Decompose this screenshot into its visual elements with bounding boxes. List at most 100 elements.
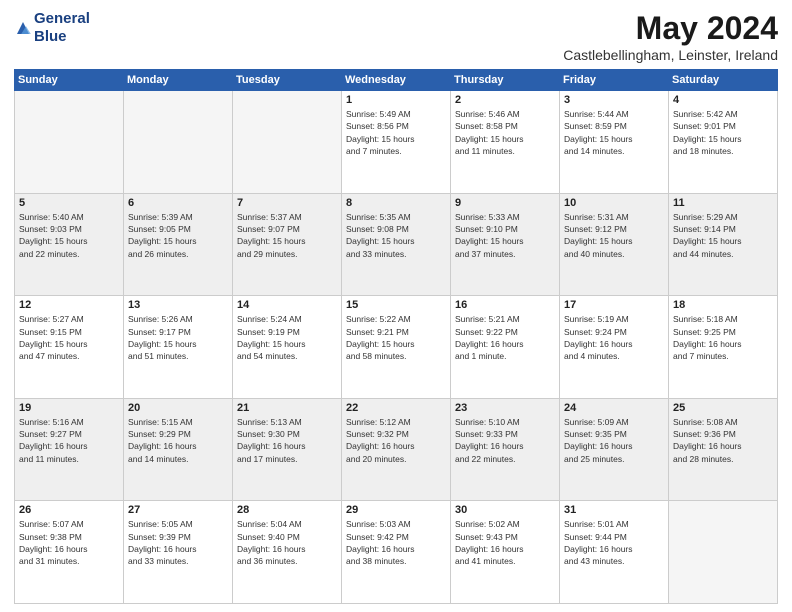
day-cell: 26Sunrise: 5:07 AM Sunset: 9:38 PM Dayli… <box>15 501 124 604</box>
day-info: Sunrise: 5:22 AM Sunset: 9:21 PM Dayligh… <box>346 313 446 362</box>
day-cell: 27 Sunrise: 5:05 AM Sunset: 9:39 PM Dayli… <box>124 501 233 604</box>
day-number: 2 <box>455 94 555 106</box>
day-cell: 20 Sunrise: 5:15 AM Sunset: 9:29 PM Dayli… <box>124 398 233 501</box>
day-number: 15 <box>346 299 446 311</box>
day-number: 10 <box>564 197 664 209</box>
day-cell: 7 Sunrise: 5:37 AM Sunset: 9:07 PM Daylig… <box>233 193 342 296</box>
day-number: 19 <box>19 402 119 414</box>
col-header-friday: Friday <box>560 70 669 91</box>
col-header-wednesday: Wednesday <box>342 70 451 91</box>
day-number: 7 <box>237 197 337 209</box>
day-cell: 23Sunrise: 5:10 AM Sunset: 9:33 PM Dayli… <box>451 398 560 501</box>
day-cell: 22Sunrise: 5:12 AM Sunset: 9:32 PM Dayli… <box>342 398 451 501</box>
day-number: 24 <box>564 402 664 414</box>
day-cell: 11Sunrise: 5:29 AM Sunset: 9:14 PM Dayli… <box>669 193 778 296</box>
day-cell: 15 Sunrise: 5:22 AM Sunset: 9:21 PM Dayli… <box>342 296 451 399</box>
day-number: 6 <box>128 197 228 209</box>
day-cell: 1Sunrise: 5:49 AM Sunset: 8:56 PM Daylig… <box>342 91 451 194</box>
day-number: 8 <box>346 197 446 209</box>
day-info: Sunrise: 5:01 AM Sunset: 9:44 PM Dayligh… <box>564 518 664 567</box>
day-cell: 19Sunrise: 5:16 AM Sunset: 9:27 PM Dayli… <box>15 398 124 501</box>
day-cell: 5 Sunrise: 5:40 AM Sunset: 9:03 PM Daylig… <box>15 193 124 296</box>
day-info: Sunrise: 5:27 AM Sunset: 9:15 PM Dayligh… <box>19 313 119 362</box>
day-info: Sunrise: 5:33 AM Sunset: 9:10 PM Dayligh… <box>455 211 555 260</box>
day-cell: 4Sunrise: 5:42 AM Sunset: 9:01 PM Daylig… <box>669 91 778 194</box>
day-cell: 31 Sunrise: 5:01 AM Sunset: 9:44 PM Dayli… <box>560 501 669 604</box>
day-cell: 10 Sunrise: 5:31 AM Sunset: 9:12 PM Dayli… <box>560 193 669 296</box>
day-number: 18 <box>673 299 773 311</box>
day-cell: 3 Sunrise: 5:44 AM Sunset: 8:59 PM Daylig… <box>560 91 669 194</box>
day-info: Sunrise: 5:03 AM Sunset: 9:42 PM Dayligh… <box>346 518 446 567</box>
day-info: Sunrise: 5:35 AM Sunset: 9:08 PM Dayligh… <box>346 211 446 260</box>
day-cell <box>669 501 778 604</box>
day-number: 20 <box>128 402 228 414</box>
day-number: 28 <box>237 504 337 516</box>
day-number: 27 <box>128 504 228 516</box>
location-subtitle: Castlebellingham, Leinster, Ireland <box>563 47 778 63</box>
day-info: Sunrise: 5:09 AM Sunset: 9:35 PM Dayligh… <box>564 416 664 465</box>
day-info: Sunrise: 5:05 AM Sunset: 9:39 PM Dayligh… <box>128 518 228 567</box>
day-cell: 16 Sunrise: 5:21 AM Sunset: 9:22 PM Dayli… <box>451 296 560 399</box>
logo: General Blue <box>14 10 90 46</box>
day-cell: 24 Sunrise: 5:09 AM Sunset: 9:35 PM Dayli… <box>560 398 669 501</box>
month-title: May 2024 <box>563 10 778 47</box>
day-number: 5 <box>19 197 119 209</box>
day-info: Sunrise: 5:40 AM Sunset: 9:03 PM Dayligh… <box>19 211 119 260</box>
day-number: 31 <box>564 504 664 516</box>
col-header-thursday: Thursday <box>451 70 560 91</box>
header-row: SundayMondayTuesdayWednesdayThursdayFrid… <box>15 70 778 91</box>
week-row-5: 26Sunrise: 5:07 AM Sunset: 9:38 PM Dayli… <box>15 501 778 604</box>
week-row-4: 19Sunrise: 5:16 AM Sunset: 9:27 PM Dayli… <box>15 398 778 501</box>
day-cell: 25Sunrise: 5:08 AM Sunset: 9:36 PM Dayli… <box>669 398 778 501</box>
header: General Blue May 2024 Castlebellingham, … <box>14 10 778 63</box>
day-info: Sunrise: 5:37 AM Sunset: 9:07 PM Dayligh… <box>237 211 337 260</box>
day-cell: 2 Sunrise: 5:46 AM Sunset: 8:58 PM Daylig… <box>451 91 560 194</box>
logo-line1: General <box>34 10 90 28</box>
day-info: Sunrise: 5:07 AM Sunset: 9:38 PM Dayligh… <box>19 518 119 567</box>
day-cell: 12 Sunrise: 5:27 AM Sunset: 9:15 PM Dayli… <box>15 296 124 399</box>
day-number: 29 <box>346 504 446 516</box>
col-header-sunday: Sunday <box>15 70 124 91</box>
day-info: Sunrise: 5:24 AM Sunset: 9:19 PM Dayligh… <box>237 313 337 362</box>
day-number: 1 <box>346 94 446 106</box>
day-number: 3 <box>564 94 664 106</box>
day-cell <box>124 91 233 194</box>
day-info: Sunrise: 5:26 AM Sunset: 9:17 PM Dayligh… <box>128 313 228 362</box>
logo-icon <box>14 19 32 37</box>
day-number: 25 <box>673 402 773 414</box>
day-number: 17 <box>564 299 664 311</box>
page: General Blue May 2024 Castlebellingham, … <box>0 0 792 612</box>
day-info: Sunrise: 5:39 AM Sunset: 9:05 PM Dayligh… <box>128 211 228 260</box>
day-info: Sunrise: 5:02 AM Sunset: 9:43 PM Dayligh… <box>455 518 555 567</box>
title-section: May 2024 Castlebellingham, Leinster, Ire… <box>563 10 778 63</box>
calendar-table: SundayMondayTuesdayWednesdayThursdayFrid… <box>14 69 778 604</box>
day-number: 13 <box>128 299 228 311</box>
day-info: Sunrise: 5:31 AM Sunset: 9:12 PM Dayligh… <box>564 211 664 260</box>
logo-line2: Blue <box>34 28 90 46</box>
day-cell: 8 Sunrise: 5:35 AM Sunset: 9:08 PM Daylig… <box>342 193 451 296</box>
day-info: Sunrise: 5:46 AM Sunset: 8:58 PM Dayligh… <box>455 108 555 157</box>
col-header-saturday: Saturday <box>669 70 778 91</box>
day-cell: 18 Sunrise: 5:18 AM Sunset: 9:25 PM Dayli… <box>669 296 778 399</box>
logo-text: General Blue <box>34 10 90 46</box>
day-cell <box>15 91 124 194</box>
day-number: 9 <box>455 197 555 209</box>
day-info: Sunrise: 5:18 AM Sunset: 9:25 PM Dayligh… <box>673 313 773 362</box>
day-number: 11 <box>673 197 773 209</box>
day-info: Sunrise: 5:42 AM Sunset: 9:01 PM Dayligh… <box>673 108 773 157</box>
day-info: Sunrise: 5:21 AM Sunset: 9:22 PM Dayligh… <box>455 313 555 362</box>
day-number: 14 <box>237 299 337 311</box>
week-row-2: 5 Sunrise: 5:40 AM Sunset: 9:03 PM Daylig… <box>15 193 778 296</box>
day-number: 30 <box>455 504 555 516</box>
day-cell: 30 Sunrise: 5:02 AM Sunset: 9:43 PM Dayli… <box>451 501 560 604</box>
day-cell: 28Sunrise: 5:04 AM Sunset: 9:40 PM Dayli… <box>233 501 342 604</box>
day-info: Sunrise: 5:44 AM Sunset: 8:59 PM Dayligh… <box>564 108 664 157</box>
day-number: 12 <box>19 299 119 311</box>
day-number: 22 <box>346 402 446 414</box>
day-number: 16 <box>455 299 555 311</box>
day-number: 23 <box>455 402 555 414</box>
day-info: Sunrise: 5:15 AM Sunset: 9:29 PM Dayligh… <box>128 416 228 465</box>
col-header-monday: Monday <box>124 70 233 91</box>
week-row-3: 12 Sunrise: 5:27 AM Sunset: 9:15 PM Dayli… <box>15 296 778 399</box>
week-row-1: 1Sunrise: 5:49 AM Sunset: 8:56 PM Daylig… <box>15 91 778 194</box>
